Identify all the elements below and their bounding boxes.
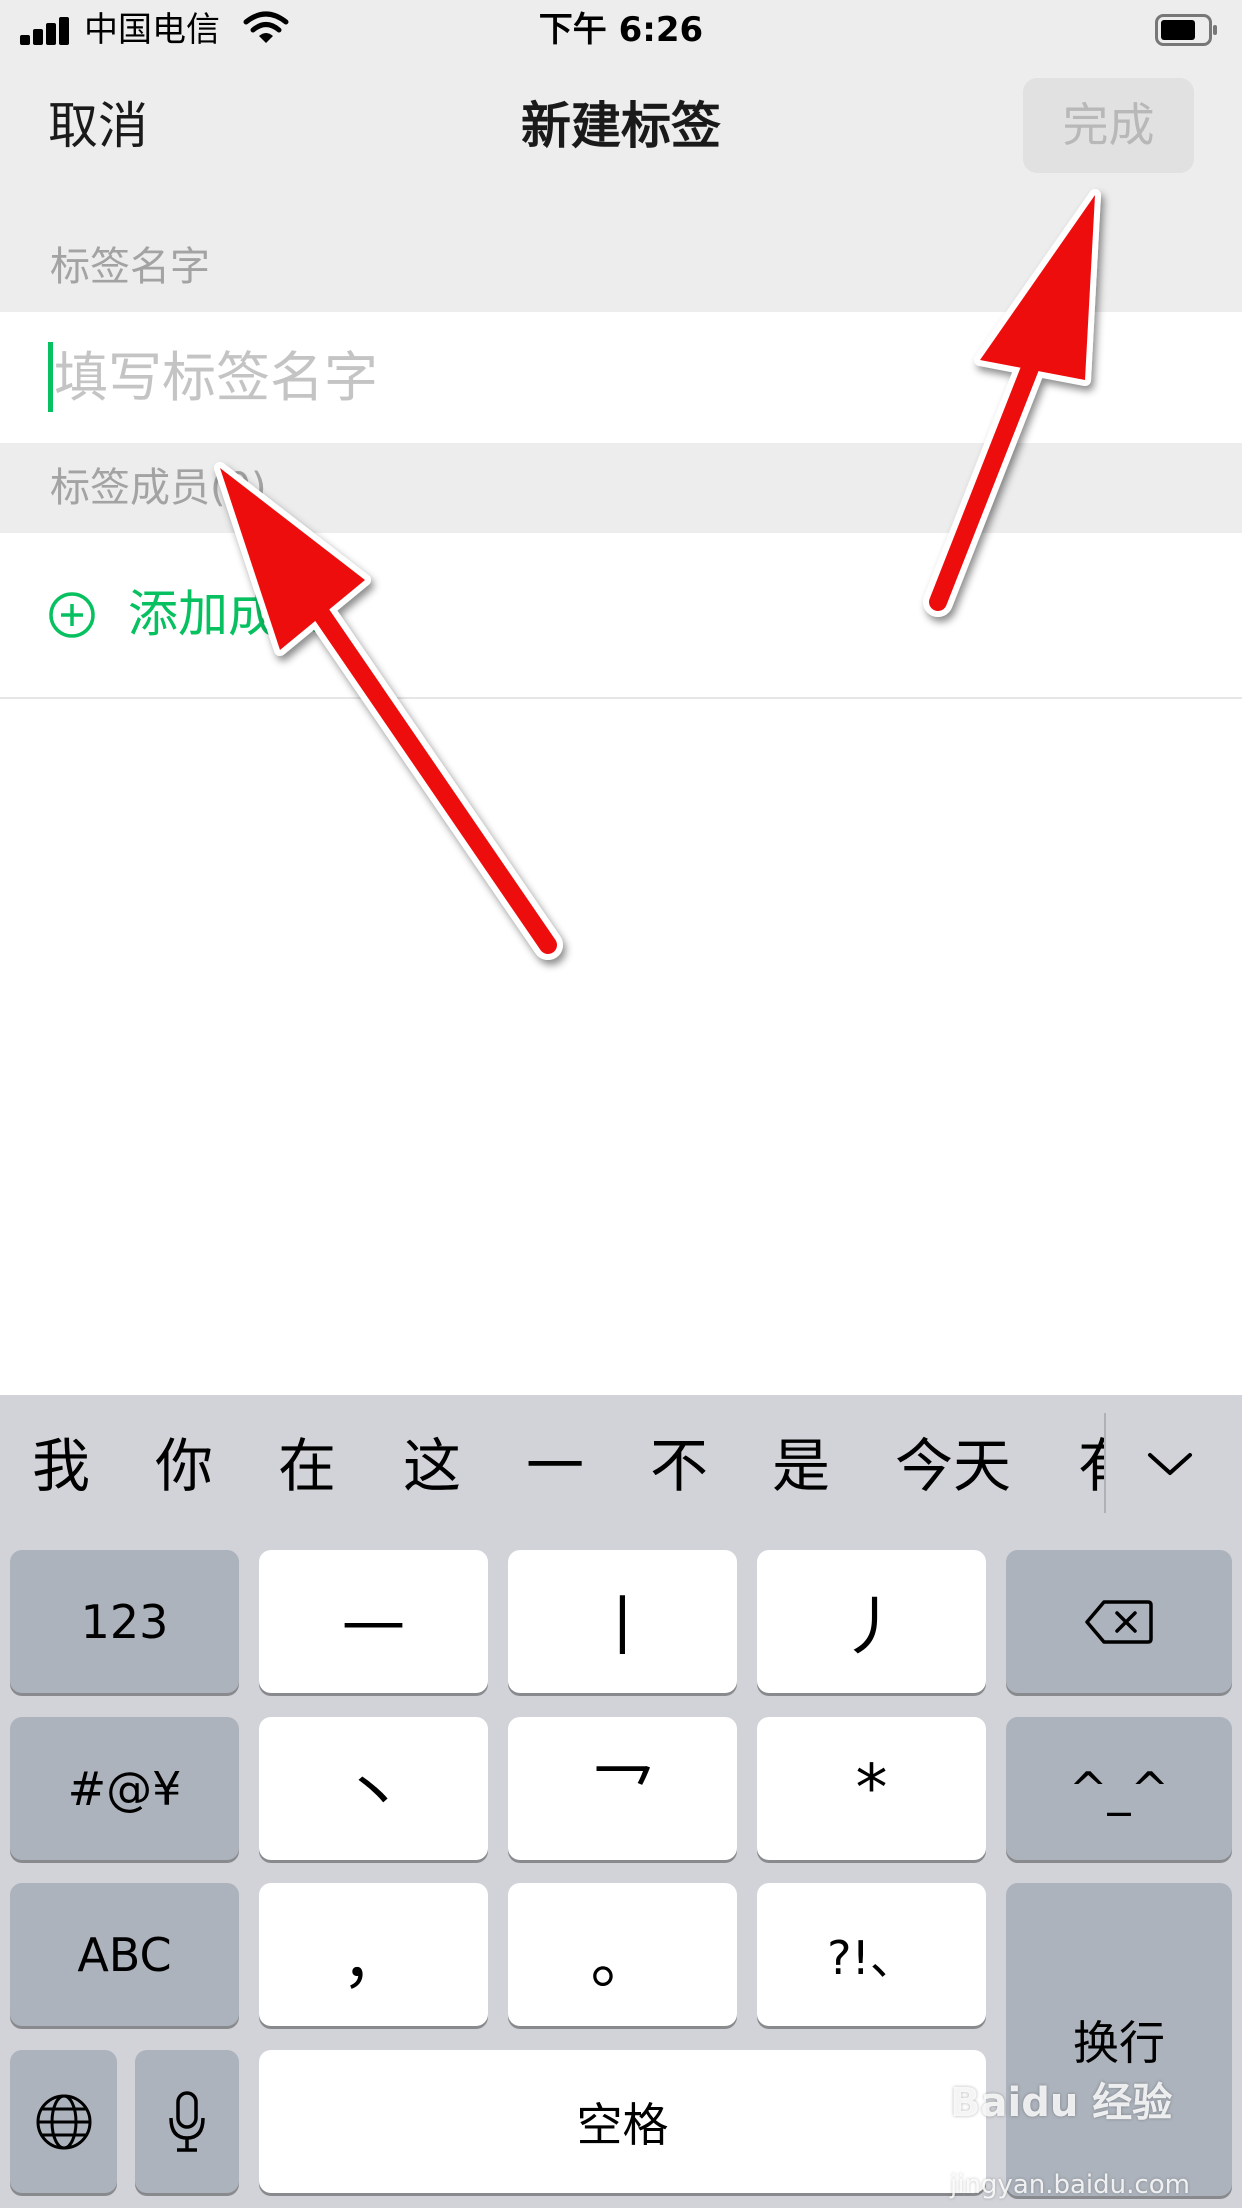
emoticon-key[interactable]: ^_^ — [1006, 1717, 1232, 1860]
watermark-url: jingyan.baidu.com — [950, 2170, 1190, 2200]
candidate-item[interactable]: 这 — [403, 1431, 461, 1501]
candidate-item[interactable]: 不 — [650, 1431, 708, 1501]
candidate-item[interactable]: 是 — [772, 1431, 830, 1501]
stroke-key-label: 丿 — [839, 1590, 904, 1665]
nav-bar: 取消 新建标签 完成 — [0, 62, 1242, 192]
wildcard-key-label: * — [855, 1751, 888, 1826]
candidate-bar: 我 你 在 这 一 不 是 今天 有 — [0, 1395, 1242, 1535]
stroke-key-label: 丨 — [590, 1590, 655, 1665]
done-button[interactable]: 完成 — [1023, 78, 1194, 173]
microphone-icon — [169, 2090, 205, 2152]
add-member-button[interactable]: 添加成员 — [0, 533, 1242, 699]
candidate-item[interactable]: 在 — [278, 1431, 336, 1501]
add-member-label: 添加成员 — [128, 585, 328, 643]
space-key[interactable]: 空格 — [259, 2050, 986, 2193]
candidate-item[interactable]: 我 — [32, 1431, 90, 1501]
text-cursor — [48, 342, 53, 412]
candidate-item[interactable]: 有 — [1078, 1431, 1104, 1501]
punctuation-key-label: ?!、 — [827, 1930, 916, 1985]
stroke-key-dian[interactable]: 丶 — [259, 1717, 488, 1860]
add-circle-icon — [49, 592, 95, 638]
backspace-key[interactable] — [1006, 1550, 1232, 1693]
stroke-key-zhe[interactable]: 乛 — [508, 1717, 737, 1860]
stroke-key-pie[interactable]: 丿 — [757, 1550, 986, 1693]
wildcard-key[interactable]: * — [757, 1717, 986, 1860]
status-bar: 中国电信 下午 6:26 — [0, 0, 1242, 62]
numbers-key-label: 123 — [80, 1594, 169, 1649]
comma-key[interactable]: ， — [259, 1883, 488, 2026]
abc-key-label: ABC — [77, 1927, 172, 1982]
period-key-label: 。 — [590, 1923, 655, 1998]
candidate-item[interactable]: 今天 — [895, 1431, 1011, 1501]
baidu-watermark: Baidu 经验 jingyan.baidu.com — [950, 2070, 1210, 2200]
emoticon-key-label: ^_^ — [1068, 1761, 1170, 1816]
abc-key[interactable]: ABC — [10, 1883, 239, 2026]
period-key[interactable]: 。 — [508, 1883, 737, 2026]
numbers-key[interactable]: 123 — [10, 1550, 239, 1693]
space-key-label: 空格 — [576, 2097, 669, 2152]
candidate-item[interactable]: 你 — [155, 1431, 213, 1501]
return-key-label: 换行 — [1073, 2015, 1165, 2070]
globe-key[interactable] — [10, 2050, 117, 2193]
tag-name-section-header: 标签名字 — [0, 192, 1242, 312]
watermark-logo: Baidu 经验 — [950, 2080, 1173, 2126]
stroke-key-label: — — [341, 1584, 406, 1659]
battery-icon — [1155, 14, 1217, 46]
tag-name-input[interactable] — [54, 334, 1154, 420]
stroke-key-heng[interactable]: — — [259, 1550, 488, 1693]
symbols-key-label: #@¥ — [67, 1761, 182, 1816]
candidate-divider — [1104, 1413, 1106, 1513]
comma-key-label: ， — [341, 1923, 406, 1998]
stroke-key-shu[interactable]: 丨 — [508, 1550, 737, 1693]
stroke-key-label: 乛 — [590, 1757, 655, 1832]
symbols-key[interactable]: #@¥ — [10, 1717, 239, 1860]
punctuation-key[interactable]: ?!、 — [757, 1883, 986, 2026]
stroke-key-label: 丶 — [341, 1757, 406, 1832]
status-time: 下午 6:26 — [538, 10, 704, 50]
tag-name-row — [0, 312, 1242, 443]
backspace-icon — [1085, 1599, 1153, 1644]
chevron-down-icon[interactable] — [1140, 1435, 1200, 1495]
tag-members-section-header: 标签成员(0) — [0, 443, 1242, 533]
candidate-item[interactable]: 一 — [526, 1431, 584, 1501]
globe-icon — [36, 2094, 91, 2149]
microphone-key[interactable] — [135, 2050, 239, 2193]
